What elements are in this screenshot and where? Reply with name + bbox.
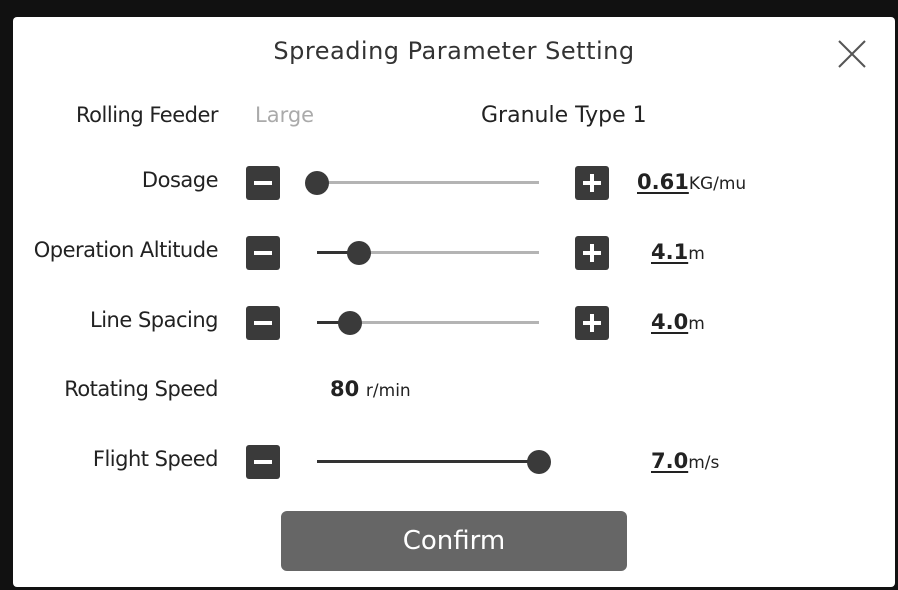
flight-slider[interactable] [317,445,551,479]
dosage-number[interactable]: 0.61 [637,170,689,194]
dosage-slider-thumb[interactable] [305,171,329,195]
feeder-size-value: Large [255,103,315,127]
dosage-increase-button[interactable] [575,166,609,200]
confirm-button[interactable]: Confirm [281,511,627,571]
rolling-feeder-label: Rolling Feeder [76,103,218,127]
spreading-parameter-dialog: Spreading Parameter Setting Rolling Feed… [13,17,895,587]
spacing-increase-button[interactable] [575,306,609,340]
flight-speed-number[interactable]: 7.0 [651,449,688,473]
close-icon[interactable] [835,37,869,71]
dialog-title: Spreading Parameter Setting [273,37,635,65]
rotating-speed-unit: r/min [365,381,411,401]
spacing-slider-thumb[interactable] [338,311,363,335]
spacing-unit: m [688,314,705,334]
rotating-speed-number: 80 [330,377,360,401]
rotating-speed-value: 80 r/min [330,377,411,401]
dosage-unit: KG/mu [688,174,747,194]
dosage-decrease-button[interactable] [246,166,280,200]
spacing-slider[interactable] [317,306,539,340]
dosage-value[interactable]: 0.61KG/mu [637,170,746,194]
altitude-number[interactable]: 4.1 [651,240,688,264]
spacing-number[interactable]: 4.0 [651,310,688,334]
granule-type-value: Granule Type 1 [481,103,647,128]
altitude-unit: m [688,244,705,264]
spacing-value[interactable]: 4.0m [651,310,705,334]
spacing-decrease-button[interactable] [246,306,280,340]
flight-speed-label: Flight Speed [92,447,219,471]
flight-speed-value[interactable]: 7.0m/s [651,449,719,473]
flight-decrease-button[interactable] [246,445,280,479]
dosage-label: Dosage [141,168,219,192]
flight-slider-thumb[interactable] [527,450,551,474]
altitude-slider-thumb[interactable] [347,241,372,265]
altitude-increase-button[interactable] [575,236,609,270]
altitude-label: Operation Altitude [33,238,219,262]
line-spacing-label: Line Spacing [90,308,219,332]
altitude-value[interactable]: 4.1m [651,240,705,264]
altitude-decrease-button[interactable] [246,236,280,270]
flight-speed-unit: m/s [688,453,720,473]
altitude-slider[interactable] [317,236,539,270]
dosage-slider[interactable] [305,166,539,200]
rotating-speed-label: Rotating Speed [64,377,218,401]
flight-slider-fill [317,460,539,463]
